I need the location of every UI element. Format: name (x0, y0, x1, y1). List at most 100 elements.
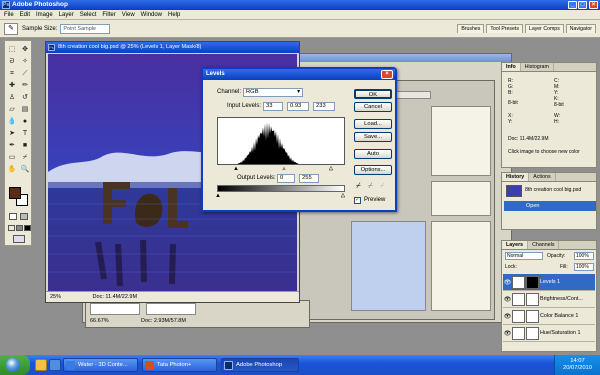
input-gamma-slider[interactable]: ▲ (281, 166, 287, 172)
quick-mask-icon[interactable] (20, 213, 28, 220)
load-button[interactable]: Load... (354, 119, 392, 129)
slice-tool-icon[interactable]: ⟋ (19, 68, 31, 79)
visibility-eye-icon[interactable]: 👁 (503, 296, 512, 303)
visibility-eye-icon[interactable]: 👁 (503, 313, 512, 320)
jump-to-imageready-icon[interactable] (13, 235, 25, 243)
hand-tool-icon[interactable]: ✋ (6, 164, 18, 175)
history-brush-tool-icon[interactable]: ↺ (19, 92, 31, 103)
history-item[interactable]: Open (504, 201, 596, 211)
eyedropper-tool-preset-icon[interactable]: ✎ (4, 22, 18, 35)
taskbar-button-tata[interactable]: Tata Photon+ (142, 358, 217, 372)
menu-file[interactable]: File (4, 12, 14, 18)
explorer-quick-launch-icon[interactable] (35, 359, 47, 371)
maximize-button[interactable]: □ (578, 1, 587, 9)
layer-mask-thumbnail[interactable] (526, 309, 539, 323)
cancel-button[interactable]: Cancel (354, 102, 392, 112)
notes-tool-icon[interactable]: ▭ (6, 152, 18, 163)
tab-navigator[interactable]: Navigator (565, 24, 596, 33)
layer-row[interactable]: 👁 Levels 1 (503, 274, 595, 291)
start-button[interactable] (0, 355, 30, 375)
lasso-tool-icon[interactable]: ᘐ (6, 56, 18, 67)
layer-mask-thumbnail[interactable] (526, 326, 539, 340)
history-snapshot[interactable]: 8th creation cool big.psd (525, 187, 581, 193)
gray-eyedropper-icon[interactable]: ⌿ (368, 181, 373, 191)
input-gamma-field[interactable]: 0.93 (287, 102, 309, 111)
move-tool-icon[interactable]: ✥ (19, 44, 31, 55)
path-selection-tool-icon[interactable]: ➤ (6, 128, 18, 139)
options-button[interactable]: Options... (354, 165, 392, 175)
standard-mode-icon[interactable] (9, 213, 17, 220)
white-eyedropper-icon[interactable]: ⌿ (380, 181, 385, 191)
input-black-slider[interactable]: ▲ (233, 166, 239, 172)
type-tool-icon[interactable]: T (19, 128, 31, 139)
menu-image[interactable]: Image (36, 12, 53, 18)
tab-histogram[interactable]: Histogram (521, 63, 554, 71)
minimize-button[interactable]: _ (568, 1, 577, 9)
zoom-tool-icon[interactable]: 🔍 (19, 164, 31, 175)
pen-tool-icon[interactable]: ✒ (6, 140, 18, 151)
tab-layers[interactable]: Layers (502, 241, 529, 249)
tab-channels[interactable]: Channels (528, 241, 560, 249)
menu-layer[interactable]: Layer (59, 12, 74, 18)
tab-layer-comps[interactable]: Layer Comps (524, 24, 564, 33)
screen-mode-menu-icon[interactable] (16, 225, 23, 231)
preview-checkbox[interactable]: ✓ (354, 197, 361, 204)
layer-row[interactable]: 👁 Hue/Saturation 1 (503, 325, 595, 342)
dodge-tool-icon[interactable]: ● (19, 116, 31, 127)
show-desktop-icon[interactable] (49, 359, 61, 371)
tab-info[interactable]: Info (502, 63, 521, 71)
layer-row[interactable]: 👁 Color Balance 1 (503, 308, 595, 325)
menu-help[interactable]: Help (168, 12, 180, 18)
visibility-eye-icon[interactable]: 👁 (503, 279, 512, 286)
foreground-color-swatch[interactable] (9, 187, 21, 199)
menu-edit[interactable]: Edit (20, 12, 30, 18)
menu-filter[interactable]: Filter (102, 12, 115, 18)
eraser-tool-icon[interactable]: ▱ (6, 104, 18, 115)
blend-mode-select[interactable]: Normal (505, 252, 543, 260)
gradient-tool-icon[interactable]: ▤ (19, 104, 31, 115)
menu-select[interactable]: Select (80, 12, 97, 18)
ok-button[interactable]: OK (354, 89, 392, 99)
tab-brushes[interactable]: Brushes (457, 24, 485, 33)
layer-mask-thumbnail[interactable] (526, 292, 539, 306)
taskbar-button-photoshop[interactable]: Adobe Photoshop (221, 358, 299, 372)
eyedropper-tool-icon[interactable]: ⌿ (19, 152, 31, 163)
save-button[interactable]: Save... (354, 132, 392, 142)
zoom-level[interactable]: 25% (50, 294, 61, 300)
input-white-field[interactable]: 233 (313, 102, 335, 111)
marquee-tool-icon[interactable]: ⬚ (6, 44, 18, 55)
fill-field[interactable]: 100% (574, 263, 594, 271)
input-black-field[interactable]: 33 (263, 102, 283, 111)
output-white-slider[interactable]: ▲ (340, 193, 346, 199)
tab-actions[interactable]: Actions (529, 173, 556, 181)
menu-window[interactable]: Window (141, 12, 162, 18)
layer-mask-thumbnail[interactable] (526, 275, 539, 289)
tab-history[interactable]: History (502, 173, 530, 181)
black-eyedropper-icon[interactable]: ⌿ (356, 181, 361, 191)
output-black-slider[interactable]: ▲ (215, 193, 221, 199)
crop-tool-icon[interactable]: ⌗ (6, 68, 18, 79)
tab-tool-presets[interactable]: Tool Presets (486, 24, 523, 33)
screen-mode-full-icon[interactable] (24, 225, 31, 231)
sample-size-select[interactable]: Point Sample (60, 23, 111, 34)
healing-brush-tool-icon[interactable]: ✚ (6, 80, 18, 91)
shape-tool-icon[interactable]: ■ (19, 140, 31, 151)
taskbar-button-water[interactable]: Water - 3D Conte... (63, 358, 138, 372)
output-white-field[interactable]: 255 (299, 174, 319, 183)
opacity-field[interactable]: 100% (574, 252, 594, 260)
input-white-slider[interactable]: ▲ (328, 166, 334, 172)
clone-stamp-tool-icon[interactable]: ♙ (6, 92, 18, 103)
auto-button[interactable]: Auto (354, 149, 392, 159)
layer-row[interactable]: 👁 Brightness/Cont... (503, 291, 595, 308)
screen-mode-standard-icon[interactable] (8, 225, 15, 231)
visibility-eye-icon[interactable]: 👁 (503, 330, 512, 337)
magic-wand-tool-icon[interactable]: ✧ (19, 56, 31, 67)
close-icon[interactable]: × (381, 70, 393, 79)
brush-tool-icon[interactable]: ✏ (19, 80, 31, 91)
close-button[interactable]: × (589, 1, 598, 9)
output-black-field[interactable]: 0 (277, 174, 295, 183)
menu-view[interactable]: View (122, 12, 135, 18)
clock-time[interactable]: 14:07 (555, 358, 600, 365)
channel-select[interactable]: RGB ▾ (243, 88, 303, 97)
blur-tool-icon[interactable]: 💧 (6, 116, 18, 127)
